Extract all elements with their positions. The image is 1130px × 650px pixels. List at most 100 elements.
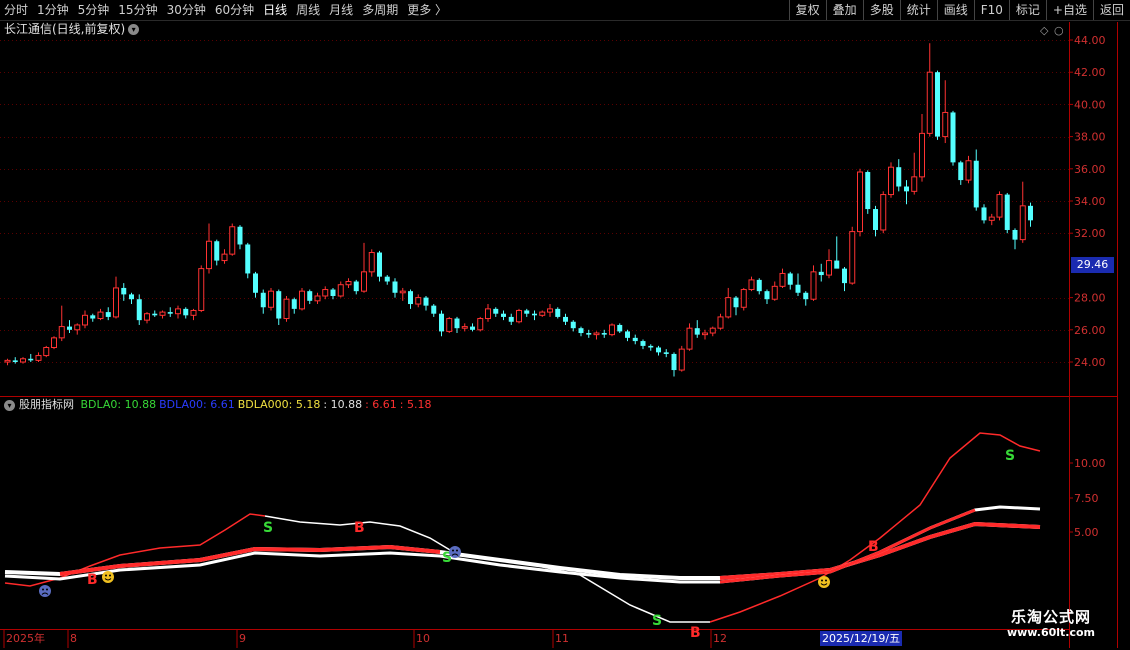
indicator-name: 股朋指标网 (19, 398, 74, 411)
candle-46 (361, 242, 367, 293)
candle-body (717, 316, 724, 329)
candle-36 (283, 295, 290, 322)
signal-5: B (868, 539, 879, 555)
candle-121 (942, 80, 949, 144)
candle-body (51, 337, 57, 349)
candle-body (144, 313, 150, 321)
face-eye (105, 574, 107, 577)
candle-20 (159, 310, 166, 319)
candle-body (493, 308, 499, 314)
legend-item-4: : 6.61 (365, 398, 397, 411)
candle-body (524, 310, 530, 314)
price-label-6: 32.00 (1074, 227, 1106, 240)
candle-74 (578, 326, 584, 337)
candle-body (779, 272, 786, 287)
candle-body (973, 160, 979, 208)
date-label-0: 2025年 (6, 631, 45, 645)
candle-body (113, 287, 119, 318)
watermark-title: 乐淘公式网 (1010, 608, 1091, 626)
candle-83 (648, 344, 654, 351)
candle-132 (1028, 202, 1033, 227)
candle-body (283, 298, 290, 320)
candle-body (926, 71, 933, 134)
candle-body (656, 347, 661, 353)
indicator-legend: ▾ 股朋指标网 BDLA0: 10.88 BDLA00: 6.61 BDLA000: … (4, 398, 437, 412)
candle-body (361, 271, 367, 292)
candle-body (159, 311, 166, 316)
candle-body (314, 295, 321, 302)
candle-12 (97, 308, 104, 321)
candle-31 (245, 242, 251, 279)
candle-13 (105, 307, 111, 321)
indicator-chevron-icon[interactable]: ▾ (4, 399, 15, 411)
candle-body (563, 316, 568, 322)
price-label-3: 38.00 (1074, 131, 1106, 144)
signal-markers: BS BSSBSB (39, 448, 1015, 641)
candle-body (408, 291, 413, 305)
candle-57 (446, 316, 453, 334)
candle-body (136, 299, 142, 321)
candle-84 (656, 345, 661, 356)
candle-49 (384, 275, 390, 285)
candle-body (74, 324, 81, 331)
date-label-4: 11 (555, 632, 569, 645)
legend-item-3: : 10.88 (323, 398, 363, 411)
chart-canvas[interactable]: 44.00 42.00 40.00 38.00 36.00 34.00 32.00 28.00… (0, 0, 1130, 650)
candle-95 (740, 287, 747, 311)
candle-body (694, 328, 700, 335)
candle-87 (678, 345, 685, 372)
legend-item-2: BDLA000: 5.18 (237, 398, 321, 411)
candle-38 (299, 287, 305, 311)
candle-body (439, 313, 444, 332)
candle-body (834, 260, 840, 269)
fast-line-red-2 (709, 432, 1041, 623)
candle-80 (625, 329, 630, 342)
sad-face-icon (449, 546, 461, 558)
candle-body (291, 299, 297, 309)
candle-56 (439, 310, 444, 337)
candle-4 (35, 352, 42, 362)
candle-body (857, 171, 863, 233)
candle-body (415, 297, 422, 305)
candle-body (1004, 194, 1010, 230)
diamond-icon[interactable]: ◇ (1040, 24, 1049, 37)
indicator-lines (4, 432, 1041, 623)
candle-79 (617, 323, 623, 334)
candle-body (678, 348, 685, 371)
candle-body (423, 297, 429, 306)
smiley-icon (818, 576, 830, 588)
legend-item-1: BDLA00: 6.61 (159, 398, 235, 411)
candle-102 (795, 273, 801, 296)
candle-body (167, 312, 173, 314)
candle-124 (965, 155, 972, 184)
candle-body (640, 341, 646, 346)
candle-body (20, 358, 26, 363)
candle-77 (601, 329, 607, 338)
candle-39 (307, 289, 313, 305)
chart-axes (0, 22, 1118, 648)
candle-34 (268, 287, 274, 311)
candle-body (842, 268, 847, 284)
candle-body (756, 279, 762, 292)
candle-104 (810, 265, 817, 301)
candle-101 (787, 271, 793, 290)
date-label-5: 12 (713, 632, 727, 645)
candle-body (43, 347, 50, 357)
selected-date-tag: 2025/12/19/五 (820, 631, 903, 646)
candle-body (826, 260, 832, 276)
face-disc (102, 571, 114, 583)
candle-91 (709, 326, 716, 337)
candle-body (446, 318, 453, 332)
candle-body (58, 326, 65, 339)
menu-icon[interactable]: ○ (1054, 24, 1064, 37)
candle-96 (748, 276, 755, 292)
watermark-url: www.60lt.com (1006, 626, 1096, 639)
face-eye (821, 579, 823, 582)
candle-body (919, 132, 925, 178)
candle-body (547, 308, 553, 313)
candle-120 (935, 70, 940, 140)
candle-3 (28, 353, 34, 362)
price-label-5: 34.00 (1074, 195, 1106, 208)
candle-body (795, 284, 801, 293)
candle-71 (555, 307, 561, 319)
